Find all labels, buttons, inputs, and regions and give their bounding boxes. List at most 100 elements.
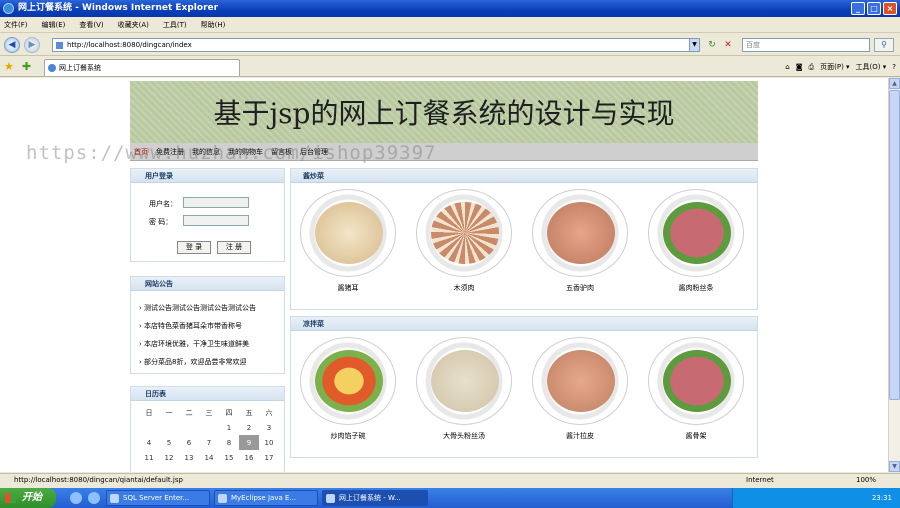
quicklaunch-desktop-icon[interactable] [70,492,82,504]
calendar-day[interactable]: 2 [239,420,259,435]
dish-name[interactable]: 酱猪耳 [297,283,399,293]
calendar-day[interactable]: 13 [179,450,199,465]
scroll-up-icon[interactable]: ▲ [889,78,900,89]
menu-file[interactable]: 文件(F) [4,20,28,30]
dish-image[interactable] [300,189,396,277]
calendar-day[interactable]: 11 [139,450,159,465]
task-browser[interactable]: 网上订餐系统 - W... [322,490,428,506]
notice-item[interactable]: › 本店特色菜香猪耳朵市带香称号 [139,317,284,335]
stop-icon[interactable]: ✕ [721,38,735,52]
address-dropdown-icon[interactable]: ▼ [689,39,699,51]
menu-favorites[interactable]: 收藏夹(A) [118,20,149,30]
calendar-day[interactable]: 5 [159,435,179,450]
quicklaunch-ie-icon[interactable] [88,492,100,504]
section-title: 酱炒菜 [291,169,757,183]
tools-menu[interactable]: 工具(O) ▾ [856,60,887,74]
scroll-thumb[interactable] [889,90,900,400]
close-button[interactable]: × [883,2,897,15]
weekday: 二 [185,408,193,417]
login-button[interactable]: 登 录 [177,241,211,254]
calendar-day-selected[interactable]: 9 [239,435,259,450]
notice-item[interactable]: › 本店环境优雅，干净卫生味道鲜美 [139,335,284,353]
calendar-day[interactable]: 8 [219,435,239,450]
login-title: 用户登录 [131,169,284,183]
help-icon[interactable]: ? [892,60,896,74]
address-field[interactable]: http://localhost:8080/dingcan/index ▼ [52,38,700,52]
task-sql-server[interactable]: SQL Server Enter... [106,490,210,506]
start-button[interactable]: 开始 [0,488,56,508]
minimize-button[interactable]: _ [851,2,865,15]
dish-name[interactable]: 酱汁拉皮 [529,431,631,441]
calendar-day[interactable]: 1 [219,420,239,435]
notice-item[interactable]: › 部分菜品8折，欢迎品尝非常欢迎 [139,353,284,371]
dish-card[interactable]: 酱汁拉皮 [529,337,631,441]
dish-card[interactable]: 炒肉馅子碗 [297,337,399,441]
dish-image[interactable] [416,189,512,277]
menu-help[interactable]: 帮助(H) [201,20,226,30]
tab-bar: ★ ✚ 网上订餐系统 ⌂ ◙ ⎙ 页面(P) ▾ 工具(O) ▾ ? [0,57,900,77]
dish-image[interactable] [300,337,396,425]
calendar-day[interactable]: 7 [199,435,219,450]
dish-name[interactable]: 炒肉馅子碗 [297,431,399,441]
task-myeclipse[interactable]: MyEclipse Java E... [214,490,318,506]
calendar-day[interactable]: 3 [259,420,279,435]
print-icon[interactable]: ⎙ [809,60,815,74]
vertical-scrollbar[interactable]: ▲ ▼ [888,78,900,472]
dish-image[interactable] [648,337,744,425]
search-input[interactable]: 百度 [742,38,870,52]
weekday: 六 [265,408,273,417]
dish-card[interactable]: 大骨头粉丝汤 [413,337,515,441]
dish-name[interactable]: 酱肉粉丝条 [645,283,747,293]
dish-image[interactable] [648,189,744,277]
dish-card[interactable]: 酱猪耳 [297,189,399,293]
calendar-day[interactable]: 16 [239,450,259,465]
favorites-star-icon[interactable]: ★ [4,60,14,73]
address-toolbar: ◀ ▶ http://localhost:8080/dingcan/index … [0,34,900,56]
feeds-icon[interactable]: ◙ [796,60,803,74]
calendar-box: 日历表 日 一 二 三 四 五 六 123 4 5 6 7 8 9 10 11 12 13 14 1… [130,386,285,472]
add-favorite-icon[interactable]: ✚ [22,60,31,73]
menu-view[interactable]: 查看(V) [79,20,103,30]
password-input[interactable] [183,215,249,226]
password-label: 密 码： [149,218,173,226]
menu-edit[interactable]: 编辑(E) [42,20,66,30]
search-icon[interactable]: ⚲ [874,38,894,52]
dish-name[interactable]: 酱骨架 [645,431,747,441]
username-input[interactable] [183,197,249,208]
page-menu[interactable]: 页面(P) ▾ [820,60,849,74]
calendar-day[interactable]: 14 [199,450,219,465]
dish-image[interactable] [532,337,628,425]
calendar-day[interactable]: 15 [219,450,239,465]
password-row: 密 码： [149,215,249,227]
refresh-icon[interactable]: ↻ [705,38,719,52]
browser-viewport: 基于jsp的网上订餐系统的设计与实现 首页 免费注册 我的信息 我的购物车 留言… [0,78,888,472]
dish-card[interactable]: 酱肉粉丝条 [645,189,747,293]
calendar-day[interactable]: 12 [159,450,179,465]
calendar-day[interactable]: 10 [259,435,279,450]
dish-image[interactable] [532,189,628,277]
dish-card[interactable]: 五香驴肉 [529,189,631,293]
dish-name[interactable]: 大骨头粉丝汤 [413,431,515,441]
notice-item[interactable]: › 测试公告测试公告测试公告测试公告 [139,299,284,317]
back-button[interactable]: ◀ [4,37,20,53]
dish-name[interactable]: 木须肉 [413,283,515,293]
dish-card[interactable]: 木须肉 [413,189,515,293]
scroll-down-icon[interactable]: ▼ [889,461,900,472]
calendar-day[interactable]: 17 [259,450,279,465]
dish-image[interactable] [416,337,512,425]
zoom-level[interactable]: 100% [856,474,876,487]
forward-button[interactable]: ▶ [24,37,40,53]
menu-tools[interactable]: 工具(T) [163,20,187,30]
home-icon[interactable]: ⌂ [785,60,789,74]
clock[interactable]: 23:31 [872,494,892,502]
register-button[interactable]: 注 册 [217,241,251,254]
calendar-day[interactable]: 6 [179,435,199,450]
windows-logo-icon [5,493,16,503]
dish-card[interactable]: 酱骨架 [645,337,747,441]
tab-current[interactable]: 网上订餐系统 [44,59,240,76]
calendar-table: 日 一 二 三 四 五 六 123 4 5 6 7 8 9 10 11 12 13 14 15 16 1… [139,405,279,465]
dish-name[interactable]: 五香驴肉 [529,283,631,293]
maximize-button[interactable]: □ [867,2,881,15]
notice-title: 网站公告 [131,277,284,291]
calendar-day[interactable]: 4 [139,435,159,450]
